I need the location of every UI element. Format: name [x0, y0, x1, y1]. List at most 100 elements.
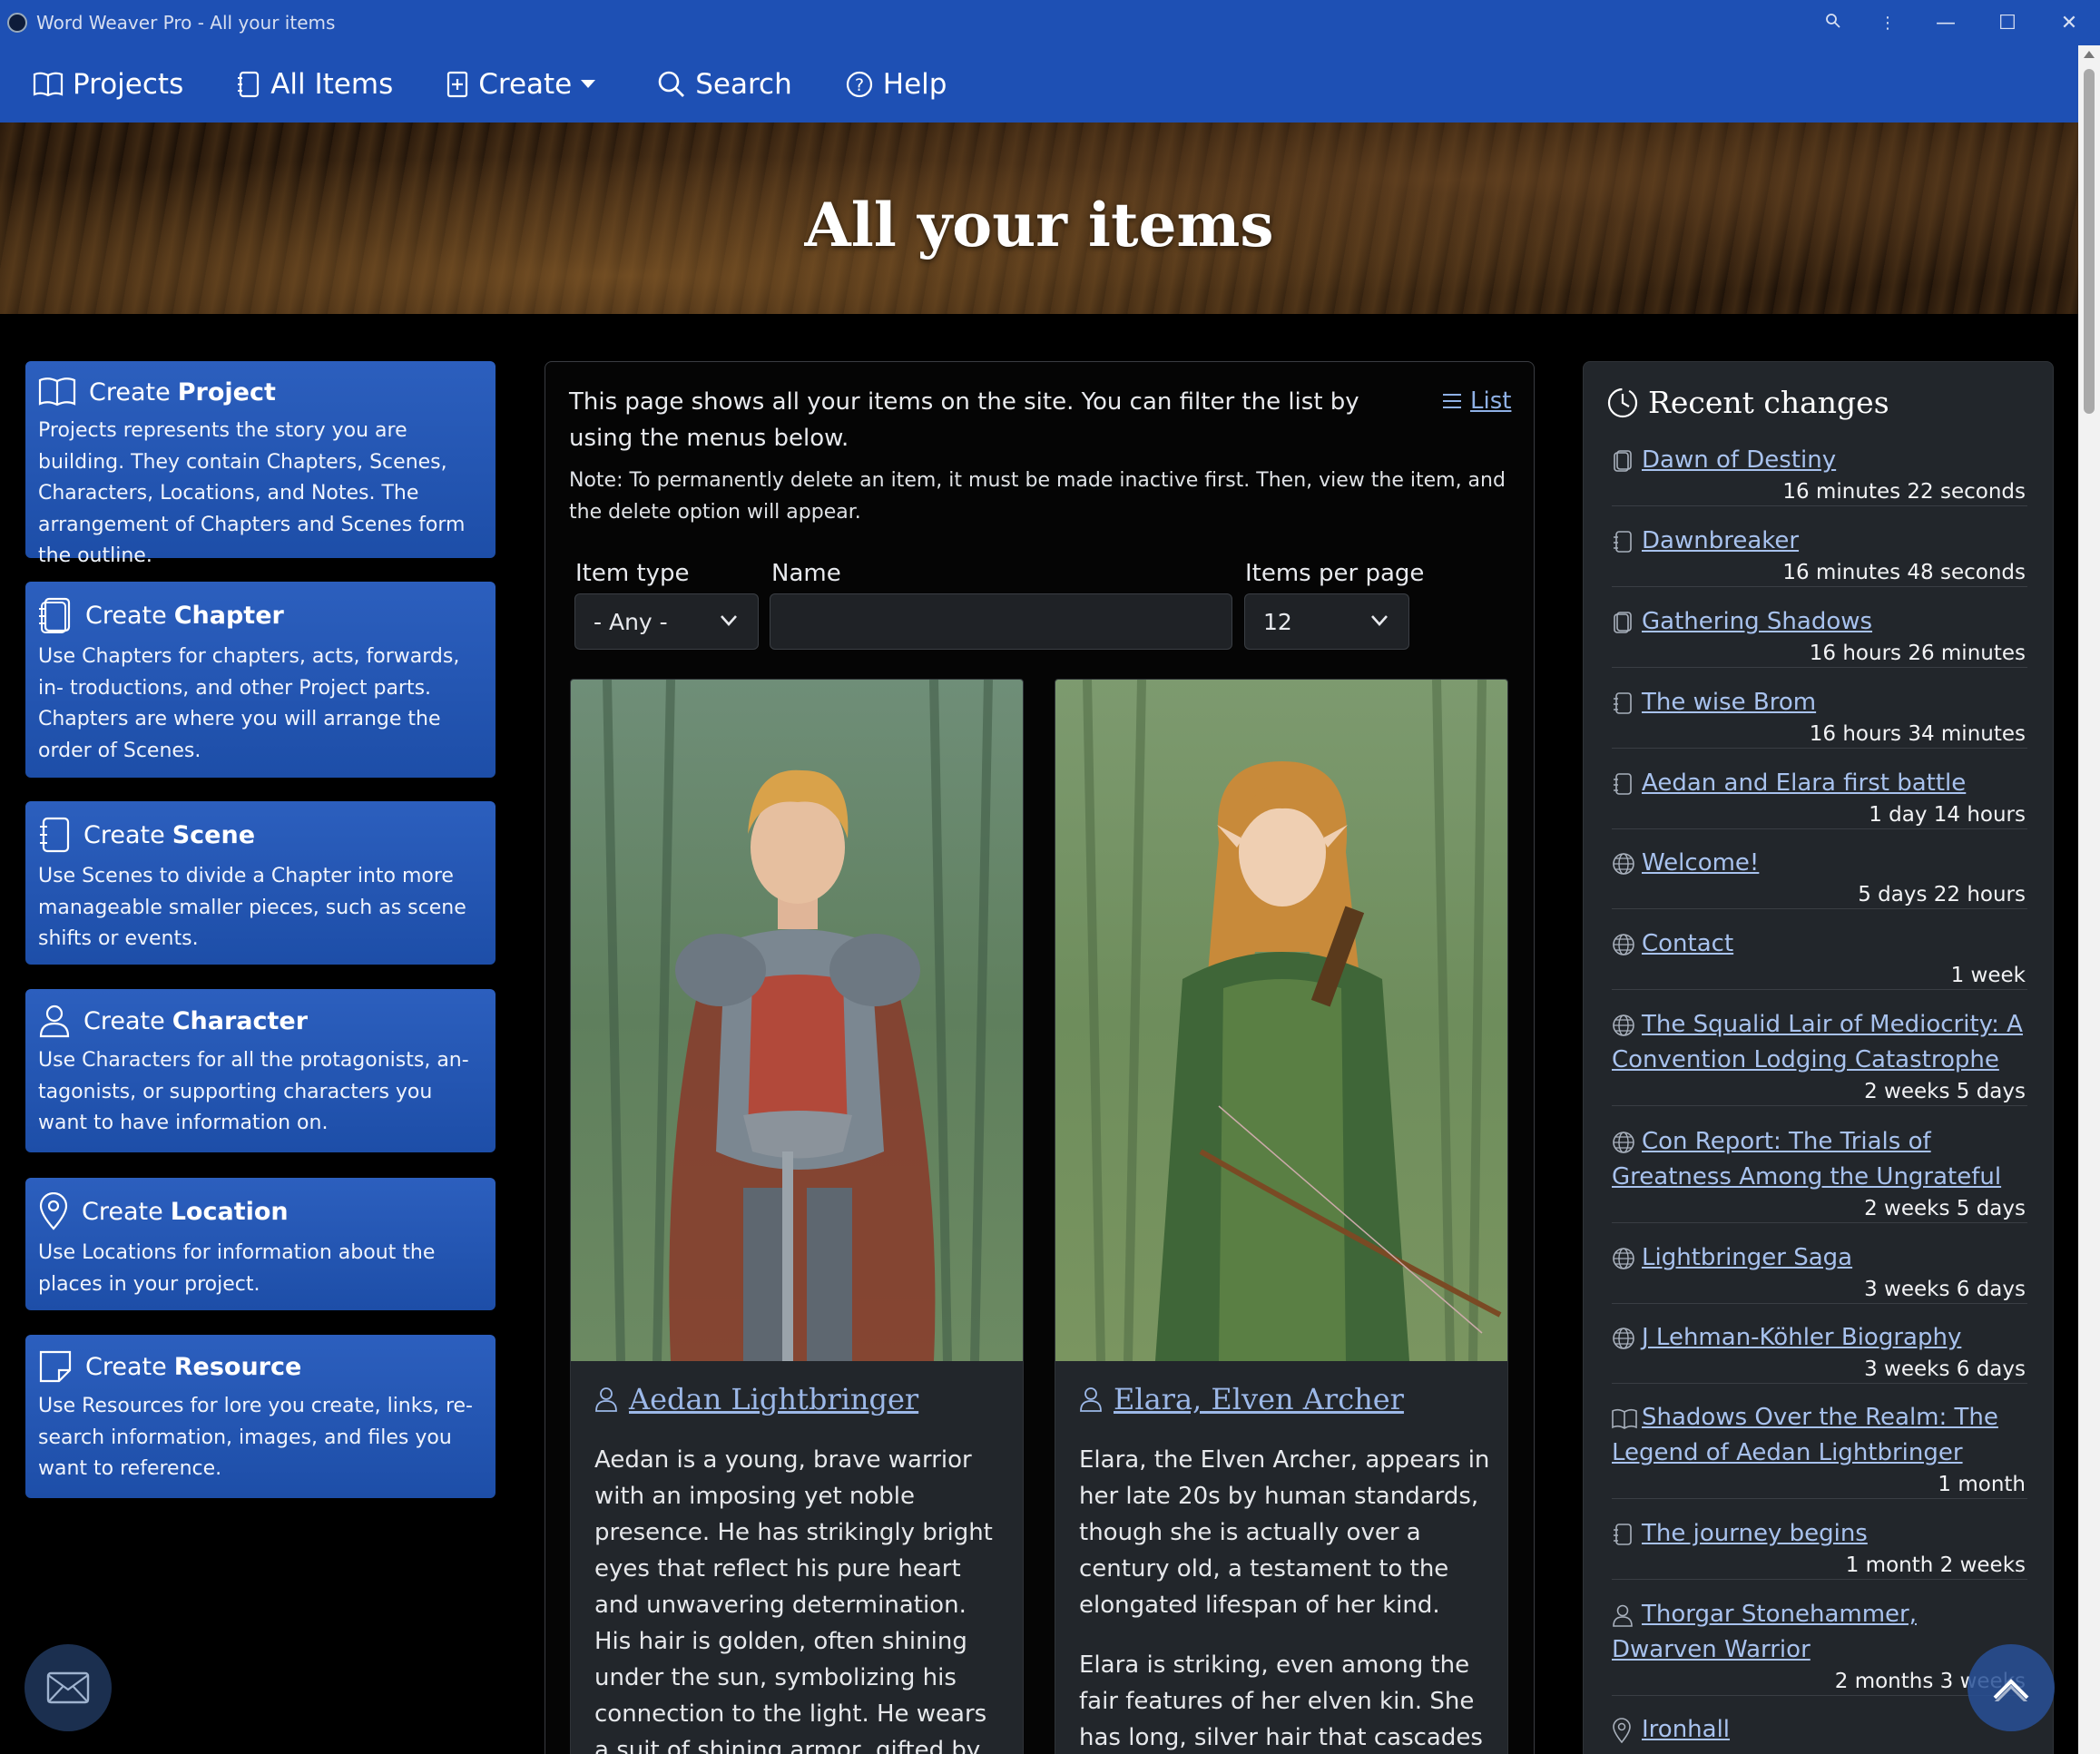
character-portrait-aedan[interactable]: [571, 680, 1023, 1361]
character-portrait-elara[interactable]: [1055, 680, 1507, 1361]
create-character-card[interactable]: Create Character Use Characters for all t…: [25, 989, 496, 1152]
recent-change-link[interactable]: Dawn of Destiny: [1612, 443, 2027, 478]
recent-change-link[interactable]: Ironhall: [1612, 1712, 2027, 1748]
recent-change-link[interactable]: Gathering Shadows: [1612, 604, 2027, 640]
recent-change-time: 16 hours 26 minutes: [1809, 642, 2026, 665]
item-type-value: - Any -: [594, 608, 668, 635]
create-resource-card[interactable]: Create Resource Use Resources for lore yo…: [25, 1335, 496, 1498]
create-chapter-card[interactable]: Create Chapter Use Chapters for chapters,…: [25, 582, 496, 778]
recent-change-link[interactable]: The journey begins: [1612, 1516, 2027, 1552]
minimize-button[interactable]: —: [1915, 12, 1977, 34]
recent-change-time: 16 minutes 22 seconds: [1782, 480, 2026, 504]
create-card-prefix: Create: [89, 377, 171, 407]
recent-change-link[interactable]: Shadows Over the Realm: The Legend of Ae…: [1612, 1400, 2027, 1471]
items-per-page-label: Items per page: [1245, 560, 1425, 587]
recent-change-item: Gathering Shadows 16 hours 26 minutes: [1612, 604, 2027, 668]
item-type-select[interactable]: - Any -: [574, 593, 759, 650]
recent-change-link[interactable]: Con Report: The Trials of Greatness Amon…: [1612, 1124, 2027, 1195]
recent-change-link[interactable]: Lightbringer Saga: [1612, 1240, 2027, 1276]
recent-change-link[interactable]: J Lehman-Köhler Biography: [1612, 1320, 2027, 1356]
name-label: Name: [771, 560, 841, 587]
recent-change-time: 16 minutes 48 seconds: [1782, 561, 2026, 584]
recent-change-item: Thorgar Stonehammer, Dwarven Warrior 2 mo…: [1612, 1597, 2027, 1696]
recent-change-time: 3 weeks 6 days: [1864, 1357, 2026, 1381]
maximize-button[interactable]: ☐: [1977, 12, 2038, 34]
recent-change-title: Lightbringer Saga: [1642, 1244, 1853, 1271]
recent-change-title: The wise Brom: [1642, 689, 1817, 716]
item-title-link[interactable]: Elara, Elven Archer: [1079, 1382, 1404, 1416]
item-title-link[interactable]: Aedan Lightbringer: [594, 1382, 918, 1416]
globe-icon: [1612, 932, 1635, 967]
recent-change-item: Con Report: The Trials of Greatness Amon…: [1612, 1124, 2027, 1223]
recent-change-title: Thorgar Stonehammer, Dwarven Warrior: [1612, 1601, 1917, 1663]
book-open-icon: [1612, 1406, 1637, 1441]
recent-change-link[interactable]: Thorgar Stonehammer, Dwarven Warrior: [1612, 1597, 2027, 1668]
app-logo-icon: [7, 13, 27, 33]
item-description: Elara, the Elven Archer, appears in her …: [1079, 1442, 1493, 1754]
create-card-type: Character: [172, 1006, 309, 1035]
intro-text: This page shows all your items on the si…: [569, 388, 1359, 452]
recent-change-item: The journey begins 1 month 2 weeks: [1612, 1516, 2027, 1580]
list-view-link[interactable]: List: [1443, 387, 1511, 415]
recent-change-time: 16 hours 34 minutes: [1809, 722, 2026, 746]
create-card-type: Project: [177, 377, 276, 407]
envelope-icon: [46, 1671, 90, 1704]
svg-text:?: ?: [855, 75, 864, 95]
create-location-card[interactable]: Create Location Use Locations for informa…: [25, 1178, 496, 1310]
scroll-up-arrow-icon[interactable]: [2084, 51, 2095, 58]
recent-change-item: Welcome! 5 days 22 hours: [1612, 846, 2027, 909]
recent-change-title: Gathering Shadows: [1642, 608, 1873, 635]
nav-all-items-label: All Items: [270, 67, 394, 101]
item-card: Elara, Elven Archer Elara, the Elven Arc…: [1055, 679, 1508, 1754]
recent-change-item: Shadows Over the Realm: The Legend of Ae…: [1612, 1400, 2027, 1499]
hero-banner: All your items: [0, 122, 2078, 314]
recent-change-link[interactable]: Welcome!: [1612, 846, 2027, 881]
nav-help[interactable]: ? Help: [845, 68, 947, 101]
page-title: All your items: [804, 190, 1274, 260]
recent-change-item: Ironhall: [1612, 1712, 2027, 1748]
create-card-description: Use Scenes to divide a Chapter into more…: [38, 865, 466, 950]
back-to-top-button[interactable]: [1968, 1644, 2055, 1731]
recent-change-link[interactable]: The Squalid Lair of Mediocrity: A Conven…: [1612, 1007, 2027, 1078]
create-scene-card[interactable]: Create Scene Use Scenes to divide a Chapt…: [25, 801, 496, 965]
recent-change-title: The Squalid Lair of Mediocrity: A Conven…: [1612, 1011, 2023, 1073]
window-controls: ⋮ — ☐ ✕: [1806, 0, 2100, 45]
recent-change-title: The journey begins: [1642, 1520, 1868, 1547]
scene-icon: [1612, 691, 1634, 726]
name-input[interactable]: [770, 593, 1232, 650]
close-button[interactable]: ✕: [2038, 12, 2100, 34]
recent-change-link[interactable]: The wise Brom: [1612, 685, 2027, 720]
recent-change-link[interactable]: Contact: [1612, 926, 2027, 962]
create-card-description: Use Locations for information about the …: [38, 1241, 436, 1296]
person-icon: [39, 1004, 70, 1038]
page-scrollbar[interactable]: [2078, 45, 2100, 1754]
zoom-icon[interactable]: [1806, 13, 1860, 34]
recent-change-item: Dawnbreaker 16 minutes 48 seconds: [1612, 524, 2027, 587]
book-open-icon: [33, 72, 64, 96]
create-card-type: Scene: [172, 820, 256, 849]
recent-change-title: Ironhall: [1642, 1716, 1731, 1743]
nav-projects[interactable]: Projects: [33, 68, 183, 101]
window-titlebar: Word Weaver Pro - All your items ⋮ — ☐ ✕: [0, 0, 2100, 45]
recent-change-title: Shadows Over the Realm: The Legend of Ae…: [1612, 1404, 1998, 1466]
recent-change-link[interactable]: Dawnbreaker: [1612, 524, 2027, 559]
contact-button[interactable]: [25, 1644, 112, 1731]
globe-icon: [1612, 1246, 1635, 1281]
items-per-page-select[interactable]: 12: [1244, 593, 1409, 650]
nav-projects-label: Projects: [73, 67, 184, 101]
recent-change-link[interactable]: Aedan and Elara first battle: [1612, 766, 2027, 801]
nav-all-items[interactable]: All Items: [236, 68, 393, 101]
chevron-up-icon: [1993, 1679, 2029, 1701]
create-card-description: Use Resources for lore you create, links…: [38, 1395, 473, 1480]
create-project-card[interactable]: Create Project Projects represents the st…: [25, 361, 496, 567]
book-open-icon: [38, 377, 76, 407]
nav-create-dropdown[interactable]: Create: [446, 68, 604, 101]
item-card: Aedan Lightbringer Aedan is a young, bra…: [570, 679, 1024, 1754]
nav-search[interactable]: Search: [657, 68, 792, 101]
chevron-down-icon: [721, 615, 737, 626]
delete-note: Note: To permanently delete an item, it …: [569, 469, 1506, 524]
scrollbar-thumb[interactable]: [2084, 69, 2095, 414]
create-card-prefix: Create: [83, 1006, 165, 1035]
recent-change-title: Con Report: The Trials of Greatness Amon…: [1612, 1128, 2002, 1191]
more-menu-icon[interactable]: ⋮: [1860, 14, 1915, 33]
